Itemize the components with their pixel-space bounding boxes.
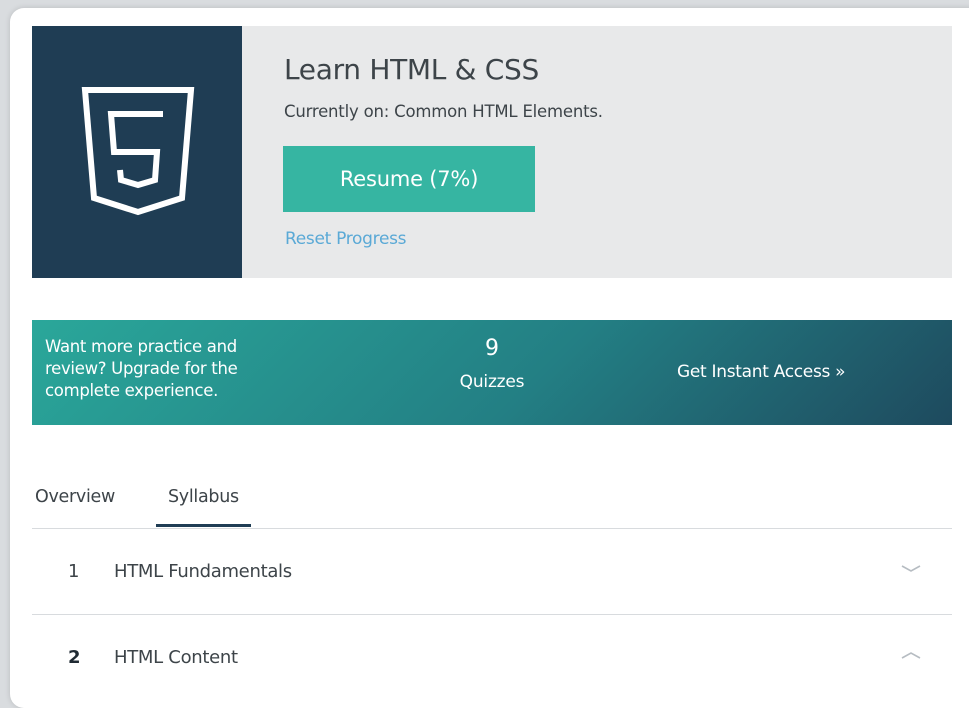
syllabus-row-title: HTML Content	[114, 647, 238, 668]
chevron-down-icon[interactable]	[900, 563, 922, 575]
quiz-count: 9	[485, 336, 499, 361]
upgrade-banner: Want more practice and review? Upgrade f…	[32, 320, 952, 425]
reset-progress-link[interactable]: Reset Progress	[285, 229, 407, 249]
syllabus-row[interactable]: 1 HTML Fundamentals	[32, 529, 952, 615]
tab-overview[interactable]: Overview	[35, 487, 115, 507]
chevron-up-icon[interactable]	[900, 649, 922, 661]
syllabus-row-number: 2	[68, 647, 81, 668]
course-title: Learn HTML & CSS	[284, 53, 540, 86]
get-instant-access-link[interactable]: Get Instant Access »	[677, 362, 846, 382]
course-tabs: Overview Syllabus	[32, 470, 952, 529]
course-logo	[32, 26, 242, 278]
upgrade-text: Want more practice and review? Upgrade f…	[45, 337, 238, 400]
syllabus-row-number: 1	[68, 561, 80, 582]
active-tab-indicator	[156, 524, 251, 527]
html5-shield-icon	[81, 87, 195, 216]
syllabus-row[interactable]: 2 HTML Content	[32, 615, 952, 700]
tab-syllabus[interactable]: Syllabus	[168, 487, 239, 507]
quiz-count-label: Quizzes	[459, 372, 525, 392]
course-header: Learn HTML & CSS Currently on: Common HT…	[32, 26, 952, 278]
resume-button[interactable]: Resume (7%)	[283, 146, 535, 212]
syllabus-row-title: HTML Fundamentals	[114, 561, 292, 582]
current-lesson: Currently on: Common HTML Elements.	[284, 102, 603, 121]
